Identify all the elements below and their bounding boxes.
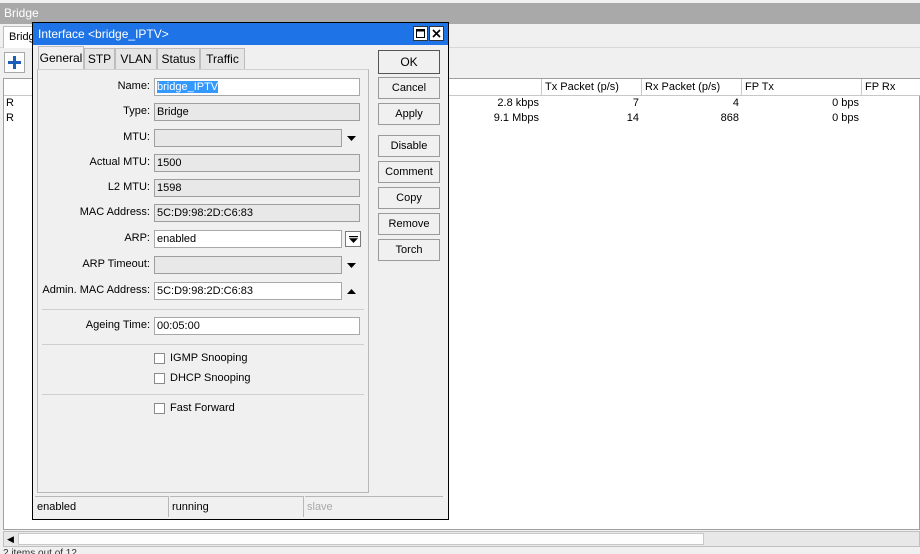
arp-dropdown-button[interactable]: [345, 231, 361, 247]
maximize-icon: [416, 29, 425, 38]
name-field[interactable]: bridge_IPTV: [154, 78, 360, 96]
dhcp-snooping-checkbox[interactable]: [154, 372, 165, 384]
l2-mtu-field: 1598: [154, 179, 360, 197]
fast-forward-row[interactable]: Fast Forward: [154, 400, 235, 416]
dhcp-snooping-label: DHCP Snooping: [170, 372, 251, 384]
row-rate: 2.8 kbps: [497, 97, 539, 109]
actual-mtu-field: 1500: [154, 154, 360, 172]
arp-label: ARP:: [124, 232, 150, 244]
copy-button[interactable]: Copy: [378, 187, 440, 209]
interface-dialog: Interface <bridge_IPTV> General STP VLAN…: [32, 22, 449, 520]
remove-button[interactable]: Remove: [378, 213, 440, 235]
row-rate: 9.1 Mbps: [493, 112, 539, 124]
mac-address-field: 5C:D9:98:2D:C6:83: [154, 204, 360, 222]
arp-timeout-label: ARP Timeout:: [82, 258, 150, 270]
chevron-down-icon: [347, 135, 356, 141]
ageing-time-field[interactable]: 00:05:00: [154, 317, 360, 335]
dhcp-snooping-row[interactable]: DHCP Snooping: [154, 370, 251, 386]
close-button[interactable]: [429, 26, 444, 41]
chevron-down-icon: [347, 262, 356, 268]
admin-mac-collapse-button[interactable]: [344, 283, 359, 299]
add-button[interactable]: [4, 52, 25, 73]
divider: [42, 394, 364, 395]
igmp-snooping-row[interactable]: IGMP Snooping: [154, 350, 247, 366]
fast-forward-checkbox[interactable]: [154, 402, 165, 414]
igmp-snooping-checkbox[interactable]: [154, 352, 165, 364]
ageing-time-label: Ageing Time:: [85, 319, 150, 331]
mtu-dropdown-button[interactable]: [344, 130, 359, 146]
general-panel: Name: bridge_IPTV Type: Bridge MTU: Actu…: [37, 69, 369, 493]
arp-timeout-field[interactable]: [154, 256, 342, 274]
row-rx-packet: 4: [732, 97, 739, 109]
name-value: bridge_IPTV: [157, 81, 219, 93]
scroll-thumb[interactable]: [18, 533, 704, 545]
scroll-left-icon[interactable]: ◀: [7, 534, 17, 544]
dialog-title-bar[interactable]: Interface <bridge_IPTV>: [33, 23, 448, 45]
dialog-status-bar: enabled running slave: [35, 496, 445, 517]
column-header-rx-packet[interactable]: Rx Packet (p/s): [642, 79, 742, 96]
fast-forward-label: Fast Forward: [170, 402, 235, 414]
name-label: Name:: [117, 80, 150, 92]
row-tx-packet: 7: [632, 97, 639, 109]
maximize-button[interactable]: [413, 26, 428, 41]
cancel-button[interactable]: Cancel: [378, 77, 440, 99]
column-header-fp-rx[interactable]: FP Rx: [862, 79, 920, 96]
status-enabled: enabled: [35, 496, 169, 517]
arp-field[interactable]: enabled: [154, 230, 342, 248]
row-flag: R: [6, 112, 14, 124]
torch-button[interactable]: Torch: [378, 239, 440, 261]
arp-timeout-dropdown-button[interactable]: [344, 257, 359, 273]
tab-vlan[interactable]: VLAN: [115, 48, 157, 70]
row-tx-packet: 14: [626, 112, 639, 124]
row-rx-packet: 868: [720, 112, 739, 124]
admin-mac-label: Admin. MAC Address:: [42, 284, 150, 296]
bridge-window-title: Bridge: [0, 3, 920, 24]
divider: [42, 344, 364, 345]
disable-button[interactable]: Disable: [378, 135, 440, 157]
type-label: Type:: [123, 105, 150, 117]
tab-stp[interactable]: STP: [84, 48, 115, 70]
column-header-fp-tx[interactable]: FP Tx: [742, 79, 862, 96]
comment-button[interactable]: Comment: [378, 161, 440, 183]
mtu-label: MTU:: [123, 131, 150, 143]
tab-status[interactable]: Status: [157, 48, 200, 70]
mtu-field[interactable]: [154, 129, 342, 147]
admin-mac-field[interactable]: 5C:D9:98:2D:C6:83: [154, 282, 342, 300]
igmp-snooping-label: IGMP Snooping: [170, 352, 248, 364]
ok-button[interactable]: OK: [378, 50, 440, 74]
tab-traffic[interactable]: Traffic: [200, 48, 245, 70]
horizontal-scrollbar[interactable]: ◀: [3, 531, 920, 547]
divider: [42, 309, 364, 310]
mac-address-label: MAC Address:: [79, 206, 150, 218]
chevron-up-icon: [347, 288, 356, 294]
bridge-window-title-text: Bridge: [4, 6, 39, 20]
close-icon: [432, 29, 441, 38]
row-flag: R: [6, 97, 14, 109]
apply-button[interactable]: Apply: [378, 103, 440, 125]
l2-mtu-label: L2 MTU:: [107, 181, 150, 193]
dropdown-arrow-icon: [348, 235, 358, 243]
row-fp-tx: 0 bps: [832, 97, 859, 109]
status-slave: slave: [305, 496, 443, 517]
tab-general[interactable]: General: [38, 46, 84, 71]
column-header-tx-packet[interactable]: Tx Packet (p/s): [542, 79, 642, 96]
type-field: Bridge: [154, 103, 360, 121]
status-running: running: [170, 496, 304, 517]
row-fp-tx: 0 bps: [832, 112, 859, 124]
plus-icon: [8, 56, 21, 69]
bridge-status-text: 2 items out of 12: [3, 548, 77, 554]
dialog-title: Interface <bridge_IPTV>: [38, 27, 169, 41]
actual-mtu-label: Actual MTU:: [89, 156, 150, 168]
